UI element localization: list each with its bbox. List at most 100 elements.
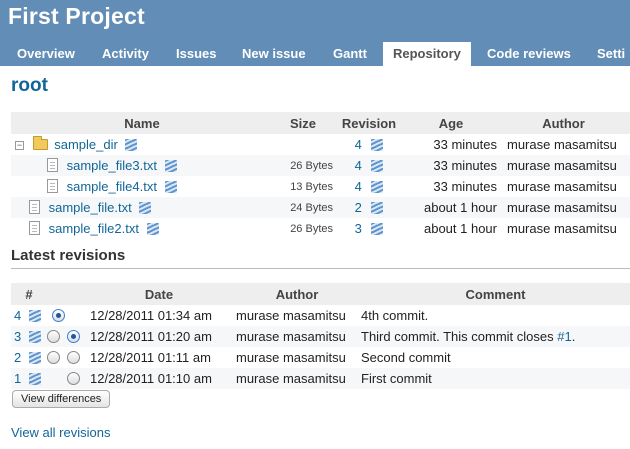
tab-code-reviews[interactable]: Code reviews (477, 42, 581, 66)
entry-revision-link[interactable]: 4 (355, 179, 362, 194)
tab-repository[interactable]: Repository (383, 42, 471, 66)
latest-revisions-heading: Latest revisions (11, 247, 126, 264)
entry-age: about 1 hour (405, 197, 497, 218)
tab-new-issue[interactable]: New issue (232, 42, 316, 66)
changes-icon[interactable] (164, 181, 177, 193)
diff-icon[interactable] (371, 160, 384, 172)
revision-to-radio[interactable] (66, 330, 80, 343)
file-icon (29, 200, 40, 214)
revision-author: murase masamitsu (233, 347, 361, 368)
issue-link[interactable]: #1 (557, 329, 571, 344)
repository-root-link[interactable]: root (11, 75, 48, 97)
column-header-author[interactable]: Author (497, 112, 630, 134)
column-header-age[interactable]: Age (405, 112, 497, 134)
diff-icon[interactable] (371, 139, 384, 151)
revision-to-radio[interactable] (66, 351, 80, 364)
revision-comment: 4th commit. (361, 305, 630, 326)
entry-age: 33 minutes (405, 176, 497, 197)
entry-age: 33 minutes (405, 134, 497, 155)
table-row: − sample_dir 4 33 minutes murase masamit… (11, 134, 630, 155)
revision-date: 12/28/2011 01:34 am (85, 305, 233, 326)
entry-name-link[interactable]: sample_dir (54, 137, 118, 152)
table-row: 3 12/28/2011 01:20 am murase masamitsu T… (11, 326, 630, 347)
diff-icon[interactable] (28, 352, 41, 364)
revision-number-link[interactable]: 4 (14, 308, 21, 323)
entry-name-link[interactable]: sample_file2.txt (49, 221, 139, 236)
table-row: sample_file3.txt 26 Bytes 4 33 minutes m… (11, 155, 630, 176)
folder-icon (32, 136, 48, 150)
main-content: root Name Size Revision Age Author − sam… (0, 66, 630, 449)
file-icon (47, 179, 58, 193)
tab-settings[interactable]: Setti (587, 42, 630, 66)
revision-number-link[interactable]: 2 (14, 350, 21, 365)
entry-author: murase masamitsu (497, 176, 630, 197)
entry-author: murase masamitsu (497, 155, 630, 176)
diff-icon[interactable] (371, 181, 384, 193)
table-row: sample_file.txt 24 Bytes 2 about 1 hour … (11, 197, 630, 218)
revision-from-radio[interactable] (52, 309, 65, 322)
tab-gantt[interactable]: Gantt (323, 42, 377, 66)
revision-comment: First commit (361, 368, 630, 389)
entry-age: about 1 hour (405, 218, 497, 239)
entry-age: 33 minutes (405, 155, 497, 176)
changes-icon[interactable] (146, 223, 159, 235)
revision-number-link[interactable]: 1 (14, 371, 21, 386)
table-row: 2 12/28/2011 01:11 am murase masamitsu S… (11, 347, 630, 368)
column-header-size[interactable]: Size (273, 112, 333, 134)
column-header-comment: Comment (361, 283, 630, 305)
changes-icon[interactable] (139, 202, 152, 214)
table-row: sample_file2.txt 26 Bytes 3 about 1 hour… (11, 218, 630, 239)
file-icon (29, 221, 40, 235)
column-header-name[interactable]: Name (11, 112, 273, 134)
column-header-revision[interactable]: Revision (333, 112, 405, 134)
revision-author: murase masamitsu (233, 326, 361, 347)
entry-size: 26 Bytes (273, 218, 333, 239)
view-differences-button[interactable]: View differences (12, 390, 111, 408)
entry-revision-link[interactable]: 4 (355, 137, 362, 152)
revision-date: 12/28/2011 01:11 am (85, 347, 233, 368)
tab-issues[interactable]: Issues (166, 42, 226, 66)
revision-date: 12/28/2011 01:10 am (85, 368, 233, 389)
revision-from-radio[interactable] (47, 351, 60, 364)
main-menu: Overview Activity Issues New issue Gantt… (0, 42, 630, 66)
revision-from-radio[interactable] (47, 330, 60, 343)
diff-icon[interactable] (371, 223, 384, 235)
entry-revision-link[interactable]: 2 (355, 200, 362, 215)
project-title: First Project (8, 3, 145, 29)
changes-icon[interactable] (125, 139, 138, 151)
entry-size: 24 Bytes (273, 197, 333, 218)
tab-overview[interactable]: Overview (7, 42, 85, 66)
entry-name-link[interactable]: sample_file3.txt (67, 158, 157, 173)
collapse-toggle-icon[interactable]: − (15, 141, 24, 150)
entry-size: 13 Bytes (273, 176, 333, 197)
repository-entries-table: Name Size Revision Age Author − sample_d… (11, 112, 630, 239)
column-header-author: Author (233, 283, 361, 305)
revision-comment: Second commit (361, 347, 630, 368)
file-icon (47, 158, 58, 172)
tab-activity[interactable]: Activity (92, 42, 159, 66)
revision-to-radio[interactable] (66, 372, 80, 385)
diff-icon[interactable] (28, 373, 41, 385)
revision-author: murase masamitsu (233, 305, 361, 326)
column-header-date: Date (85, 283, 233, 305)
table-row: 1 12/28/2011 01:10 am murase masamitsu F… (11, 368, 630, 389)
entry-name-link[interactable]: sample_file.txt (49, 200, 132, 215)
view-all-revisions-link[interactable]: View all revisions (11, 425, 110, 440)
table-row: sample_file4.txt 13 Bytes 4 33 minutes m… (11, 176, 630, 197)
changes-icon[interactable] (164, 160, 177, 172)
entry-revision-link[interactable]: 4 (355, 158, 362, 173)
entry-size: 26 Bytes (273, 155, 333, 176)
column-header-number: # (11, 283, 47, 305)
entry-name-link[interactable]: sample_file4.txt (67, 179, 157, 194)
revision-comment: Third commit. This commit closes #1. (361, 326, 630, 347)
section-divider (11, 268, 630, 269)
diff-icon[interactable] (28, 310, 41, 322)
page-header: First Project Overview Activity Issues N… (0, 0, 630, 66)
revision-author: murase masamitsu (233, 368, 361, 389)
diff-icon[interactable] (28, 331, 41, 343)
revision-number-link[interactable]: 3 (14, 329, 21, 344)
diff-icon[interactable] (371, 202, 384, 214)
entry-author: murase masamitsu (497, 218, 630, 239)
entry-revision-link[interactable]: 3 (355, 221, 362, 236)
entry-author: murase masamitsu (497, 134, 630, 155)
